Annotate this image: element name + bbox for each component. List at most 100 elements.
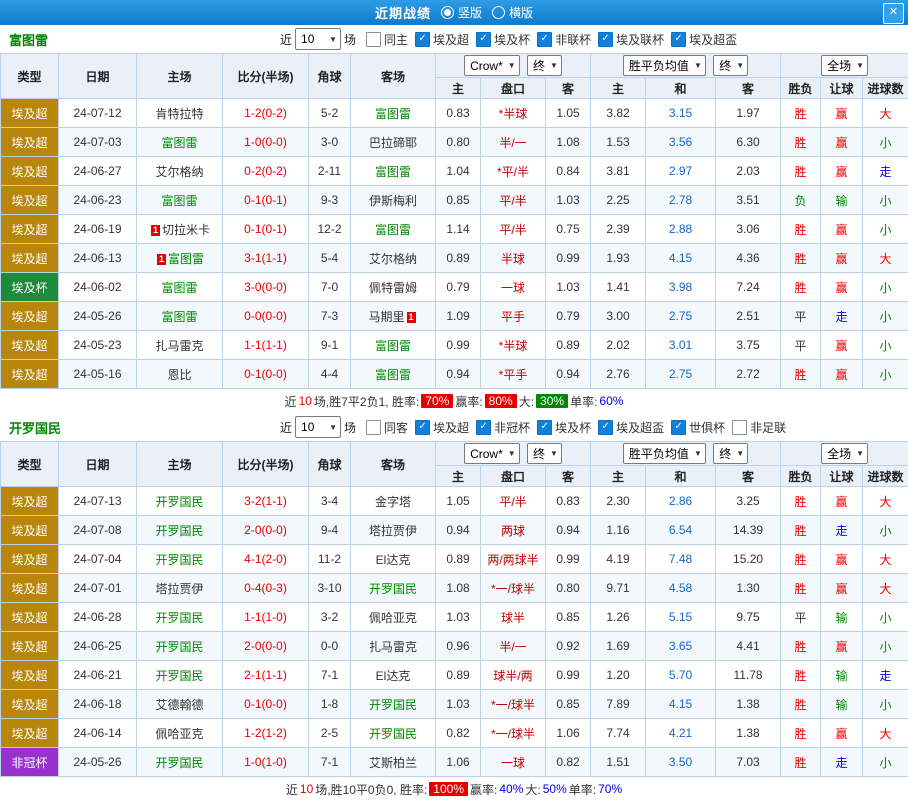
filter-checkbox-同主[interactable]: 同主: [366, 31, 408, 48]
match-date: 24-06-13: [59, 244, 137, 273]
home-team[interactable]: 塔拉贾伊: [137, 574, 223, 603]
home-team[interactable]: 富图雷: [137, 128, 223, 157]
match-count-select[interactable]: 10▼: [295, 28, 341, 50]
checkbox-icon[interactable]: ✓: [476, 32, 491, 47]
home-team[interactable]: 1切拉米卡: [137, 215, 223, 244]
checkbox-icon[interactable]: ✓: [476, 420, 491, 435]
filter-checkbox-非联杯[interactable]: ✓非联杯: [537, 31, 591, 48]
away-team[interactable]: 艾斯柏兰: [351, 748, 436, 777]
home-team[interactable]: 艾德翰德: [137, 690, 223, 719]
avg-final-select[interactable]: 终▼: [713, 55, 748, 76]
checkbox-icon[interactable]: [366, 32, 381, 47]
odds-final-select[interactable]: 终▼: [527, 55, 562, 76]
corners: 2-5: [309, 719, 351, 748]
summary-segment: 100%: [429, 782, 468, 796]
away-team[interactable]: 马期里1: [351, 302, 436, 331]
away-team[interactable]: 巴拉碲耶: [351, 128, 436, 157]
home-team[interactable]: 开罗国民: [137, 603, 223, 632]
away-team[interactable]: 富图雷: [351, 360, 436, 389]
radio-selected-icon[interactable]: [441, 6, 454, 19]
filter-checkbox-非冠杯[interactable]: ✓非冠杯: [476, 419, 530, 436]
avg-select[interactable]: 胜平负均值▼: [623, 55, 706, 76]
home-team[interactable]: 佩哈亚克: [137, 719, 223, 748]
away-team[interactable]: 佩特雷姆: [351, 273, 436, 302]
avg-home: 2.76: [591, 360, 646, 389]
filter-checkbox-埃及超[interactable]: ✓埃及超: [415, 31, 469, 48]
checkbox-icon[interactable]: ✓: [598, 32, 613, 47]
bookmaker-select[interactable]: Crow*▼: [464, 55, 520, 76]
fullmatch-select[interactable]: 全场▼: [821, 443, 868, 464]
home-team[interactable]: 扎马雷克: [137, 331, 223, 360]
odds-final-select[interactable]: 终▼: [527, 443, 562, 464]
home-team[interactable]: 开罗国民: [137, 545, 223, 574]
odds-home: 0.96: [436, 632, 481, 661]
away-team[interactable]: 塔拉贾伊: [351, 516, 436, 545]
checkbox-icon[interactable]: [732, 420, 747, 435]
checkbox-icon[interactable]: ✓: [537, 32, 552, 47]
radio-unselected-icon[interactable]: [492, 6, 505, 19]
filter-checkbox-同客[interactable]: 同客: [366, 419, 408, 436]
checkbox-icon[interactable]: ✓: [671, 32, 686, 47]
away-team[interactable]: 佩哈亚克: [351, 603, 436, 632]
away-team[interactable]: 艾尔格纳: [351, 244, 436, 273]
away-team[interactable]: 开罗国民: [351, 690, 436, 719]
away-team[interactable]: El达克: [351, 545, 436, 574]
avg-draw: 3.01: [646, 331, 716, 360]
match-count-select[interactable]: 10▼: [295, 416, 341, 438]
odds-handicap: 两/两球半: [481, 545, 546, 574]
checkbox-label: 非足联: [750, 419, 786, 436]
close-icon[interactable]: ✕: [883, 3, 904, 24]
away-team[interactable]: 富图雷: [351, 331, 436, 360]
home-team[interactable]: 富图雷: [137, 302, 223, 331]
checkbox-icon[interactable]: ✓: [598, 420, 613, 435]
checkbox-icon[interactable]: ✓: [415, 420, 430, 435]
radio-horizontal-layout[interactable]: 横版: [492, 4, 533, 21]
home-team[interactable]: 开罗国民: [137, 632, 223, 661]
away-team[interactable]: 富图雷: [351, 99, 436, 128]
away-team[interactable]: 扎马雷克: [351, 632, 436, 661]
bookmaker-select[interactable]: Crow*▼: [464, 443, 520, 464]
checkbox-icon[interactable]: ✓: [671, 420, 686, 435]
radio-vertical-layout[interactable]: 竖版: [441, 4, 482, 21]
checkbox-icon[interactable]: ✓: [415, 32, 430, 47]
league-type-badge: 非冠杯: [1, 748, 59, 777]
home-team[interactable]: 富图雷: [137, 273, 223, 302]
away-team[interactable]: 开罗国民: [351, 719, 436, 748]
home-team[interactable]: 恩比: [137, 360, 223, 389]
filter-checkbox-埃及杯[interactable]: ✓埃及杯: [537, 419, 591, 436]
away-team[interactable]: 金字塔: [351, 487, 436, 516]
home-team[interactable]: 艾尔格纳: [137, 157, 223, 186]
filter-checkbox-埃及超[interactable]: ✓埃及超: [415, 419, 469, 436]
home-team[interactable]: 开罗国民: [137, 516, 223, 545]
away-team[interactable]: El达克: [351, 661, 436, 690]
avg-select[interactable]: 胜平负均值▼: [623, 443, 706, 464]
home-team[interactable]: 1富图雷: [137, 244, 223, 273]
away-team[interactable]: 开罗国民: [351, 574, 436, 603]
home-team[interactable]: 开罗国民: [137, 487, 223, 516]
filter-checkbox-世俱杯[interactable]: ✓世俱杯: [671, 419, 725, 436]
match-row: 埃及超24-06-27艾尔格纳0-2(0-2)2-11富图雷1.04*平/半0.…: [1, 157, 908, 186]
away-team[interactable]: 富图雷: [351, 157, 436, 186]
filter-checkbox-埃及联杯[interactable]: ✓埃及联杯: [598, 31, 664, 48]
away-team[interactable]: 伊斯梅利: [351, 186, 436, 215]
avg-draw: 2.86: [646, 487, 716, 516]
result-goals: 小: [863, 215, 908, 244]
filter-checkbox-埃及杯[interactable]: ✓埃及杯: [476, 31, 530, 48]
checkbox-icon[interactable]: [366, 420, 381, 435]
home-team[interactable]: 富图雷: [137, 186, 223, 215]
home-team[interactable]: 肯特拉特: [137, 99, 223, 128]
sub-header-odds-home: 主: [436, 466, 481, 487]
avg-final-select[interactable]: 终▼: [713, 443, 748, 464]
filter-checkbox-埃及超盃[interactable]: ✓埃及超盃: [598, 419, 664, 436]
home-team[interactable]: 开罗国民: [137, 748, 223, 777]
score: 0-1(0-1): [223, 186, 309, 215]
avg-away: 4.36: [716, 244, 781, 273]
filter-checkbox-埃及超盃[interactable]: ✓埃及超盃: [671, 31, 737, 48]
checkbox-icon[interactable]: ✓: [537, 420, 552, 435]
fullmatch-select[interactable]: 全场▼: [821, 55, 868, 76]
filter-checkbox-非足联[interactable]: 非足联: [732, 419, 786, 436]
away-team[interactable]: 富图雷: [351, 215, 436, 244]
home-team[interactable]: 开罗国民: [137, 661, 223, 690]
odds-away: 0.85: [546, 603, 591, 632]
bookmaker-select-value: Crow*: [470, 447, 503, 461]
